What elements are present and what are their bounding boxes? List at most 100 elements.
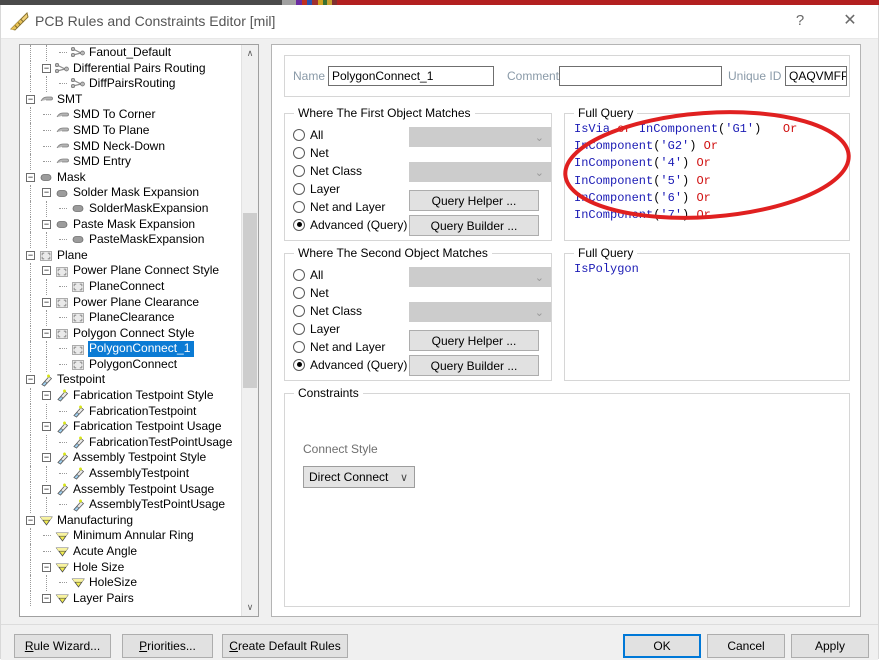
tree-item[interactable]: DiffPairsRouting — [20, 76, 241, 92]
tree-item[interactable]: SMD To Plane — [20, 123, 241, 139]
tree-item[interactable]: −Power Plane Clearance — [20, 295, 241, 311]
tree-expander-collapse-icon[interactable]: − — [26, 173, 35, 182]
tree-item-label: FabricationTestPointUsage — [88, 435, 232, 451]
tree-expander-collapse-icon[interactable]: − — [26, 95, 35, 104]
scrollbar-thumb[interactable] — [243, 213, 257, 388]
tree-item[interactable]: SolderMaskExpansion — [20, 201, 241, 217]
tree-item[interactable]: −Testpoint — [20, 372, 241, 388]
tree-item[interactable]: −Fabrication Testpoint Usage — [20, 419, 241, 435]
second-net-combo[interactable]: ⌄ — [409, 267, 551, 287]
tree-item[interactable]: −Power Plane Connect Style — [20, 263, 241, 279]
rules-tree-list[interactable]: Fanout_Default−Differential Pairs Routin… — [20, 45, 241, 616]
fanout-icon — [71, 46, 86, 59]
second-radio-net-and-layer[interactable]: Net and Layer — [293, 338, 385, 355]
tree-item[interactable]: PasteMaskExpansion — [20, 232, 241, 248]
rules-tree-panel[interactable]: Fanout_Default−Differential Pairs Routin… — [19, 44, 259, 617]
tree-expander-collapse-icon[interactable]: − — [42, 329, 51, 338]
tree-item[interactable]: −Paste Mask Expansion — [20, 217, 241, 233]
tree-expander-collapse-icon[interactable]: − — [42, 485, 51, 494]
first-radio-layer[interactable]: Layer — [293, 180, 340, 197]
second-full-query-text[interactable]: IsPolygon — [574, 261, 843, 278]
first-radio-net-class[interactable]: Net Class — [293, 162, 362, 179]
tree-scrollbar[interactable]: ∧ ∨ — [241, 45, 258, 616]
connect-style-combo[interactable]: Direct Connect ∨ — [303, 466, 415, 488]
tree-item[interactable]: AssemblyTestPointUsage — [20, 497, 241, 513]
tree-item[interactable]: Acute Angle — [20, 544, 241, 560]
tree-item[interactable]: −Hole Size — [20, 560, 241, 576]
tree-expander-collapse-icon[interactable]: − — [42, 64, 51, 73]
tree-expander-collapse-icon[interactable]: − — [42, 298, 51, 307]
tree-item[interactable]: PlaneClearance — [20, 310, 241, 326]
tree-expander-collapse-icon[interactable]: − — [42, 220, 51, 229]
tree-expander-collapse-icon[interactable]: − — [26, 375, 35, 384]
priorities-button[interactable]: Priorities... — [122, 634, 213, 658]
first-radio-net[interactable]: Net — [293, 144, 329, 161]
tree-item[interactable]: −Layer Pairs — [20, 591, 241, 607]
second-net-class-combo[interactable]: ⌄ — [409, 302, 551, 322]
tree-guide-line — [30, 45, 32, 61]
tree-item[interactable]: −Assembly Testpoint Usage — [20, 482, 241, 498]
tree-item[interactable]: −Solder Mask Expansion — [20, 185, 241, 201]
tree-item[interactable]: SMD Neck-Down — [20, 139, 241, 155]
second-radio-net[interactable]: Net — [293, 284, 329, 301]
comment-input[interactable] — [559, 66, 722, 86]
tree-item[interactable]: −Fabrication Testpoint Style — [20, 388, 241, 404]
first-radio-net-label: Net — [310, 146, 329, 160]
scroll-down-arrow-icon[interactable]: ∨ — [242, 599, 258, 616]
second-query-helper-button[interactable]: Query Helper ... — [409, 330, 539, 351]
first-radio-advanced-query[interactable]: Advanced (Query) — [293, 216, 407, 233]
tree-item[interactable]: −Assembly Testpoint Style — [20, 450, 241, 466]
tree-item[interactable]: −Differential Pairs Routing — [20, 61, 241, 77]
tree-elbow-line — [43, 161, 51, 162]
apply-button[interactable]: Apply — [791, 634, 869, 658]
tree-item[interactable]: Minimum Annular Ring — [20, 528, 241, 544]
ok-button[interactable]: OK — [623, 634, 701, 658]
tree-item[interactable]: PlaneConnect — [20, 279, 241, 295]
first-full-query-text[interactable]: IsVia or InComponent('G1') OrInComponent… — [574, 121, 843, 224]
second-radio-advanced-query[interactable]: Advanced (Query) — [293, 356, 407, 373]
first-net-class-combo[interactable]: ⌄ — [409, 162, 551, 182]
tree-guide-line — [30, 591, 32, 607]
tree-item[interactable]: −Plane — [20, 248, 241, 264]
second-radio-all[interactable]: All — [293, 266, 323, 283]
tree-item[interactable]: SMD Entry — [20, 154, 241, 170]
tree-item[interactable]: PolygonConnect — [20, 357, 241, 373]
tree-item[interactable]: HoleSize — [20, 575, 241, 591]
second-radio-net-class[interactable]: Net Class — [293, 302, 362, 319]
tree-item[interactable]: SMD To Corner — [20, 107, 241, 123]
unique-id-input[interactable]: QAQVMFPX — [785, 66, 847, 86]
first-radio-all[interactable]: All — [293, 126, 323, 143]
tree-item[interactable]: −Manufacturing — [20, 513, 241, 529]
tree-item[interactable]: −Mask — [20, 170, 241, 186]
tree-expander-collapse-icon[interactable]: − — [42, 563, 51, 572]
help-button[interactable]: ? — [778, 5, 822, 35]
tree-expander-collapse-icon[interactable]: − — [42, 422, 51, 431]
tree-expander-collapse-icon[interactable]: − — [26, 251, 35, 260]
tree-expander-collapse-icon[interactable]: − — [42, 266, 51, 275]
tree-expander-collapse-icon[interactable]: − — [42, 188, 51, 197]
scroll-up-arrow-icon[interactable]: ∧ — [242, 45, 258, 62]
tree-expander-collapse-icon[interactable]: − — [42, 453, 51, 462]
tree-item[interactable]: FabricationTestpoint — [20, 404, 241, 420]
tree-item[interactable]: FabricationTestPointUsage — [20, 435, 241, 451]
tree-item[interactable]: −Polygon Connect Style — [20, 326, 241, 342]
rule-wizard-button[interactable]: Rule Wizard... — [14, 634, 111, 658]
first-radio-net-and-layer[interactable]: Net and Layer — [293, 198, 385, 215]
cancel-button[interactable]: Cancel — [707, 634, 785, 658]
tree-expander-collapse-icon[interactable]: − — [42, 391, 51, 400]
tree-item[interactable]: AssemblyTestpoint — [20, 466, 241, 482]
first-query-builder-button[interactable]: Query Builder ... — [409, 215, 539, 236]
tree-item-selected[interactable]: PolygonConnect_1 — [20, 341, 241, 357]
create-default-rules-button[interactable]: Create Default Rules — [222, 634, 348, 658]
tree-expander-collapse-icon[interactable]: − — [26, 516, 35, 525]
query-token: Or — [783, 122, 797, 136]
tree-expander-collapse-icon[interactable]: − — [42, 594, 51, 603]
first-query-helper-button[interactable]: Query Helper ... — [409, 190, 539, 211]
name-input[interactable]: PolygonConnect_1 — [328, 66, 494, 86]
first-net-combo[interactable]: ⌄ — [409, 127, 551, 147]
tree-item[interactable]: Fanout_Default — [20, 45, 241, 61]
second-radio-layer[interactable]: Layer — [293, 320, 340, 337]
tree-item[interactable]: −SMT — [20, 92, 241, 108]
close-button[interactable]: ✕ — [828, 5, 872, 35]
second-query-builder-button[interactable]: Query Builder ... — [409, 355, 539, 376]
